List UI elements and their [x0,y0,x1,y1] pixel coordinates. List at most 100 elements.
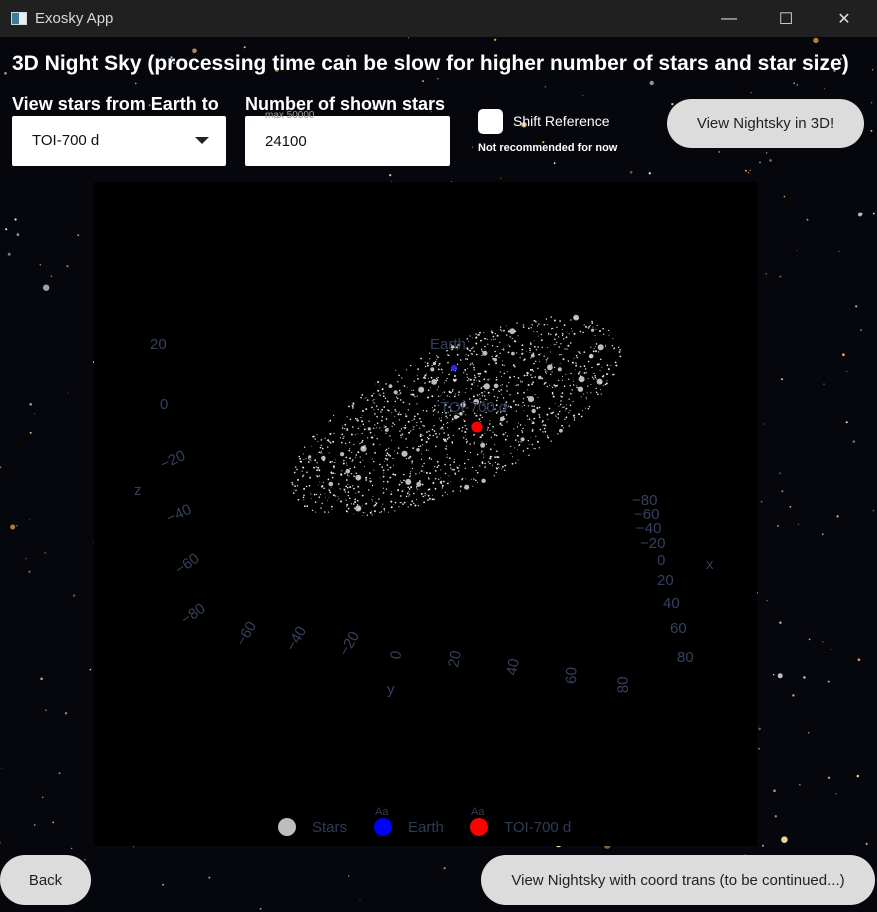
star-point [560,343,562,345]
star-point [421,465,424,467]
star-point [473,382,475,384]
star-point [441,392,443,394]
star-point [435,377,438,380]
star-point [534,448,536,450]
star-point [397,413,400,416]
star-point [537,397,539,398]
3d-scatter-plot[interactable]: 20 0 −20 z −40 −60 −80 −60 −40 −20 0 20 … [94,182,757,846]
star-point [351,404,354,407]
legend-planet-swatch[interactable] [470,818,488,836]
star-point [386,464,389,466]
legend-planet-label[interactable]: TOI-700 d [504,819,571,836]
star-point [492,464,493,466]
star-point [493,357,498,362]
num-stars-input[interactable]: max 50000 24100 [245,110,450,166]
star-point [523,398,525,400]
star-point [403,385,406,387]
star-point [398,394,400,396]
star-point [580,378,582,380]
legend-earth-label[interactable]: Earth [408,819,444,836]
star-point [526,374,529,376]
star-point [441,417,443,419]
star-point [427,437,430,440]
background-star [855,305,858,308]
star-point [409,475,411,477]
star-point [531,430,534,432]
star-point [395,410,397,412]
star-point [518,422,520,424]
back-button[interactable]: Back [0,855,91,905]
background-star [765,273,767,275]
star-point [515,384,517,386]
star-point [302,496,305,499]
star-point [583,379,585,381]
background-star [67,392,69,394]
star-point [437,376,439,379]
star-point [368,489,370,491]
star-point [503,329,505,332]
star-point [537,346,539,348]
star-point [374,424,376,426]
star-point [423,425,425,427]
star-point [526,351,528,352]
star-point [617,346,620,349]
star-point [393,504,395,505]
star-point [590,346,592,348]
star-point [440,395,442,397]
star-point [490,436,492,438]
close-icon[interactable]: ✕ [815,0,873,37]
star-point [341,433,344,436]
planet-dropdown[interactable]: TOI-700 d [12,116,226,166]
plot-canvas[interactable]: 20 0 −20 z −40 −60 −80 −60 −40 −20 0 20 … [94,182,757,846]
background-star [471,146,474,148]
star-point [523,410,525,412]
star-point [305,485,308,488]
star-point [299,457,301,460]
y-tick-2: −20 [336,628,363,659]
star-point [502,349,505,351]
star-point [497,456,500,459]
background-star [783,195,786,198]
star-point [362,460,364,461]
star-point [437,386,440,388]
star-point [475,342,478,345]
maximize-icon[interactable]: ☐ [757,0,815,37]
star-point [310,445,312,447]
star-point [551,328,553,330]
star-point [551,371,553,373]
star-point [314,501,317,503]
legend-stars-swatch[interactable] [278,818,296,836]
legend-earth-swatch[interactable] [374,818,392,836]
view-3d-button[interactable]: View Nightsky in 3D! [667,99,864,148]
background-star [760,500,763,503]
star-point [559,320,561,322]
star-point [344,491,346,493]
star-point [395,396,398,398]
star-point [584,368,587,370]
star-point [411,500,414,503]
star-point [365,397,367,399]
minimize-icon[interactable]: — [700,0,758,37]
star-point [413,492,415,495]
star-point [327,500,328,502]
coord-trans-button[interactable]: View Nightsky with coord trans (to be co… [481,855,875,905]
shift-reference-checkbox[interactable] [478,109,503,134]
star-point [475,353,478,356]
star-point [344,428,346,430]
star-point [428,497,431,500]
star-point [385,383,387,385]
star-point [612,373,614,376]
star-point [410,430,412,432]
star-point [317,466,320,469]
star-point [452,418,454,420]
star-point [367,437,369,439]
star-point [403,479,405,482]
star-point [400,434,402,436]
legend-stars-label[interactable]: Stars [312,819,347,836]
z-tick-4: −60 [172,550,203,579]
background-star [845,421,848,424]
star-point [461,430,463,432]
background-star [824,88,826,90]
background-star [629,171,633,174]
x-tick-3: −20 [640,535,665,552]
